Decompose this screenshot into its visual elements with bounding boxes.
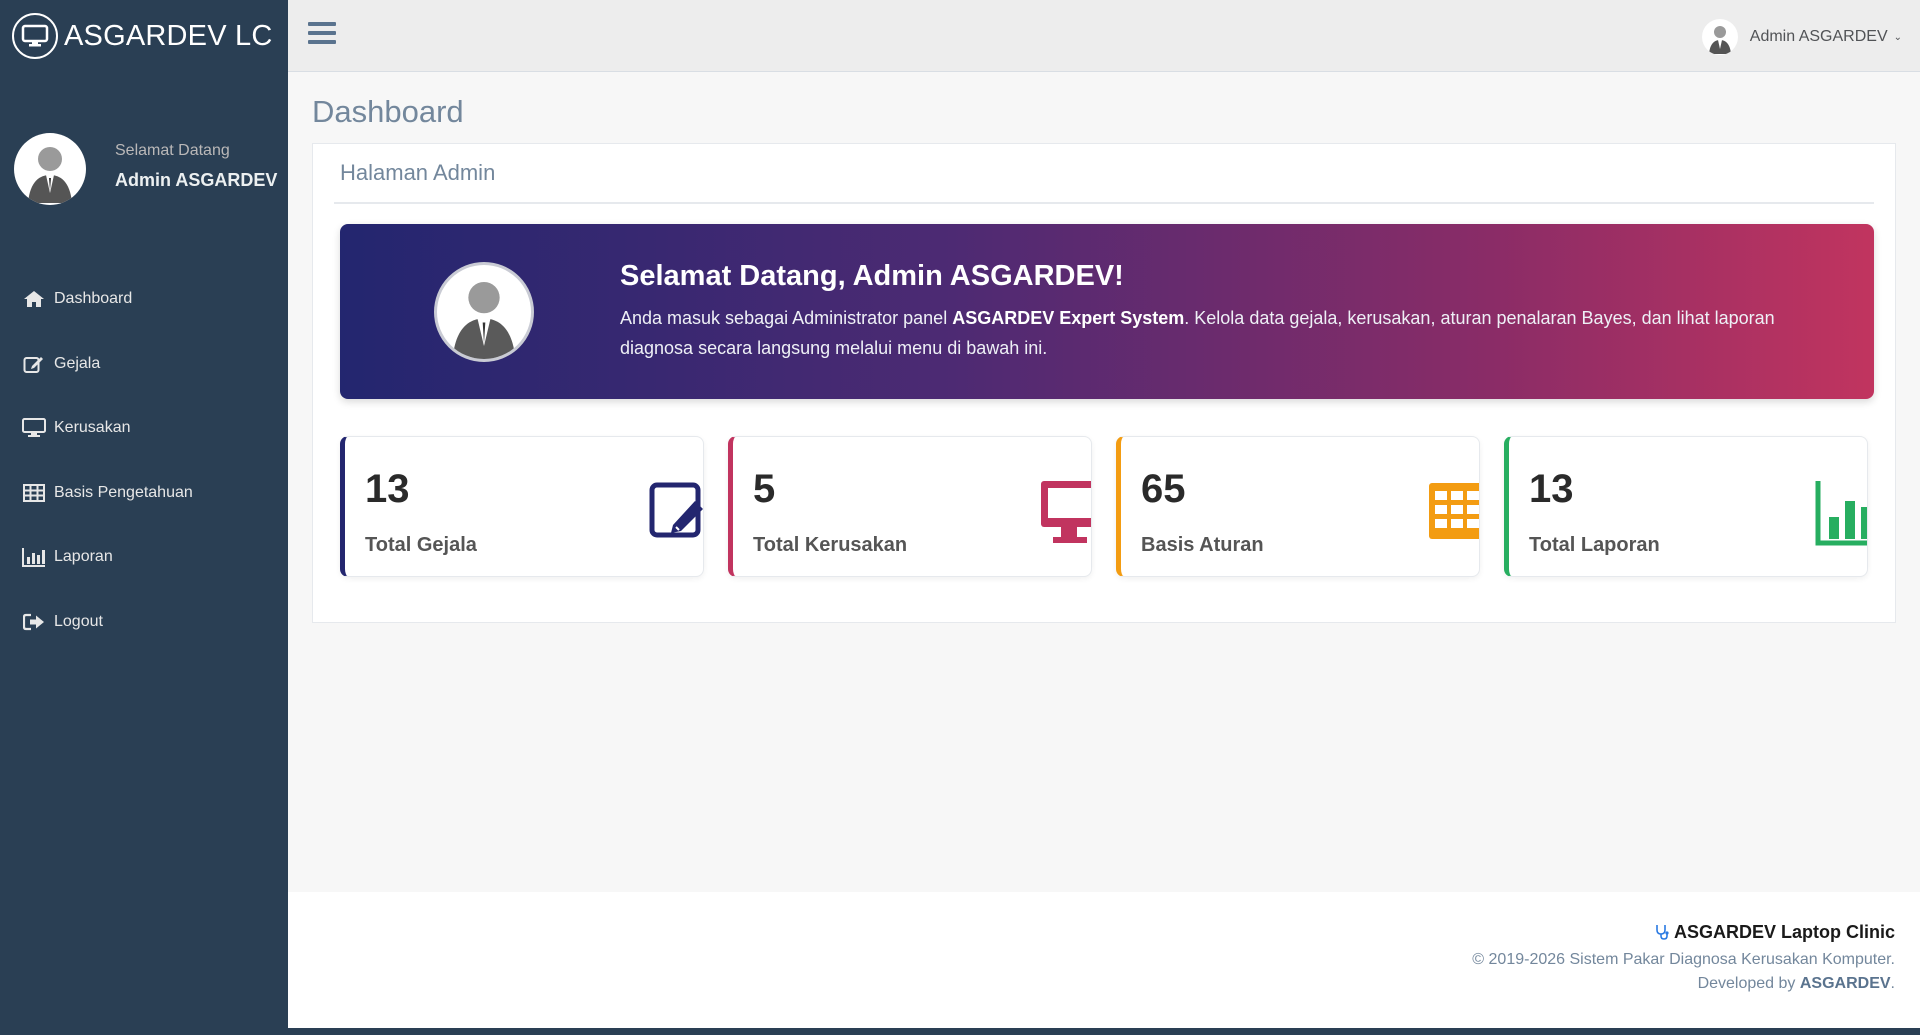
footer: ASGARDEV Laptop Clinic © 2019-2026 Siste… — [288, 892, 1920, 1028]
stat-card-laporan[interactable]: 13 Total Laporan — [1504, 436, 1868, 577]
stat-card-kerusakan[interactable]: 5 Total Kerusakan — [728, 436, 1092, 577]
brand-title: ASGARDEV LC — [64, 19, 273, 52]
bottom-bar — [288, 1028, 1920, 1035]
panel-title: Halaman Admin — [334, 144, 1874, 204]
profile: Selamat Datang Admin ASGARDEV — [0, 72, 288, 242]
admin-panel: Halaman Admin Selamat Datang, Admin ASGA… — [312, 143, 1896, 623]
user-menu[interactable]: Admin ASGARDEV ⌄ — [1701, 19, 1902, 55]
brand[interactable]: ASGARDEV LC — [0, 0, 288, 72]
sidebar-item-label: Dashboard — [54, 290, 133, 308]
stat-label: Total Kerusakan — [753, 534, 908, 556]
sidebar-item-basis-pengetahuan[interactable]: Basis Pengetahuan — [0, 461, 288, 526]
sidebar-item-kerusakan[interactable]: Kerusakan — [0, 396, 288, 461]
sidebar-item-label: Logout — [54, 612, 103, 630]
stethoscope-icon — [1654, 922, 1674, 942]
sidebar-item-label: Gejala — [54, 354, 101, 372]
avatar — [434, 261, 534, 362]
stat-value: 13 — [365, 467, 410, 511]
bar-chart-icon — [1815, 481, 1867, 552]
avatar — [14, 133, 86, 205]
top-navbar: Admin ASGARDEV ⌄ — [288, 0, 1920, 72]
sidebar: ASGARDEV LC Selamat Datang Admin ASGARDE… — [0, 0, 288, 1035]
stat-label: Basis Aturan — [1141, 534, 1264, 556]
monitor-icon — [1039, 481, 1091, 556]
footer-copyright: © 2019-2026 Sistem Pakar Diagnosa Kerusa… — [1472, 951, 1895, 968]
edit-icon — [22, 354, 46, 374]
profile-welcome: Selamat Datang — [115, 141, 230, 159]
page-title: Dashboard — [312, 94, 464, 129]
stat-value: 5 — [753, 467, 776, 511]
main-content: Dashboard Halaman Admin Selamat Datang, … — [288, 72, 1920, 892]
footer-brand: ASGARDEV Laptop Clinic — [288, 922, 1895, 943]
home-icon — [22, 289, 46, 309]
bar-chart-icon — [22, 547, 46, 568]
welcome-title: Selamat Datang, Admin ASGARDEV! — [620, 260, 1124, 292]
welcome-banner: Selamat Datang, Admin ASGARDEV! Anda mas… — [340, 224, 1874, 399]
stat-card-gejala[interactable]: 13 Total Gejala — [340, 436, 704, 577]
sidebar-item-label: Basis Pengetahuan — [54, 483, 193, 501]
stat-value: 13 — [1529, 467, 1574, 511]
monitor-icon — [12, 13, 58, 59]
stat-card-basis-aturan[interactable]: 65 Basis Aturan — [1116, 436, 1480, 577]
sidebar-item-dashboard[interactable]: Dashboard — [0, 267, 288, 332]
stats-row: 13 Total Gejala 5 Total Kerusakan 65 Bas… — [340, 436, 1874, 577]
footer-developer: Developed by ASGARDEV. — [1697, 975, 1895, 992]
monitor-icon — [22, 418, 46, 438]
table-icon — [22, 483, 46, 503]
menu-toggle-icon[interactable] — [308, 22, 336, 46]
profile-name: Admin ASGARDEV — [115, 169, 278, 190]
user-name: Admin ASGARDEV — [1749, 28, 1888, 45]
stat-label: Total Laporan — [1529, 534, 1660, 556]
sidebar-item-label: Kerusakan — [54, 419, 131, 437]
stat-label: Total Gejala — [365, 534, 477, 556]
footer-brand-text: ASGARDEV Laptop Clinic — [1673, 922, 1895, 942]
edit-icon — [649, 481, 703, 546]
sidebar-item-laporan[interactable]: Laporan — [0, 525, 288, 590]
sidebar-item-logout[interactable]: Logout — [0, 590, 288, 655]
sign-out-icon — [22, 612, 46, 632]
sidebar-nav: Dashboard Gejala Kerusakan Basis Pengeta… — [0, 267, 288, 654]
welcome-description: Anda masuk sebagai Administrator panel A… — [620, 308, 1775, 358]
stat-value: 65 — [1141, 467, 1186, 511]
avatar — [1701, 19, 1738, 55]
chevron-down-icon: ⌄ — [1893, 31, 1902, 43]
table-icon — [1427, 481, 1479, 548]
sidebar-item-gejala[interactable]: Gejala — [0, 332, 288, 397]
sidebar-item-label: Laporan — [54, 548, 113, 566]
